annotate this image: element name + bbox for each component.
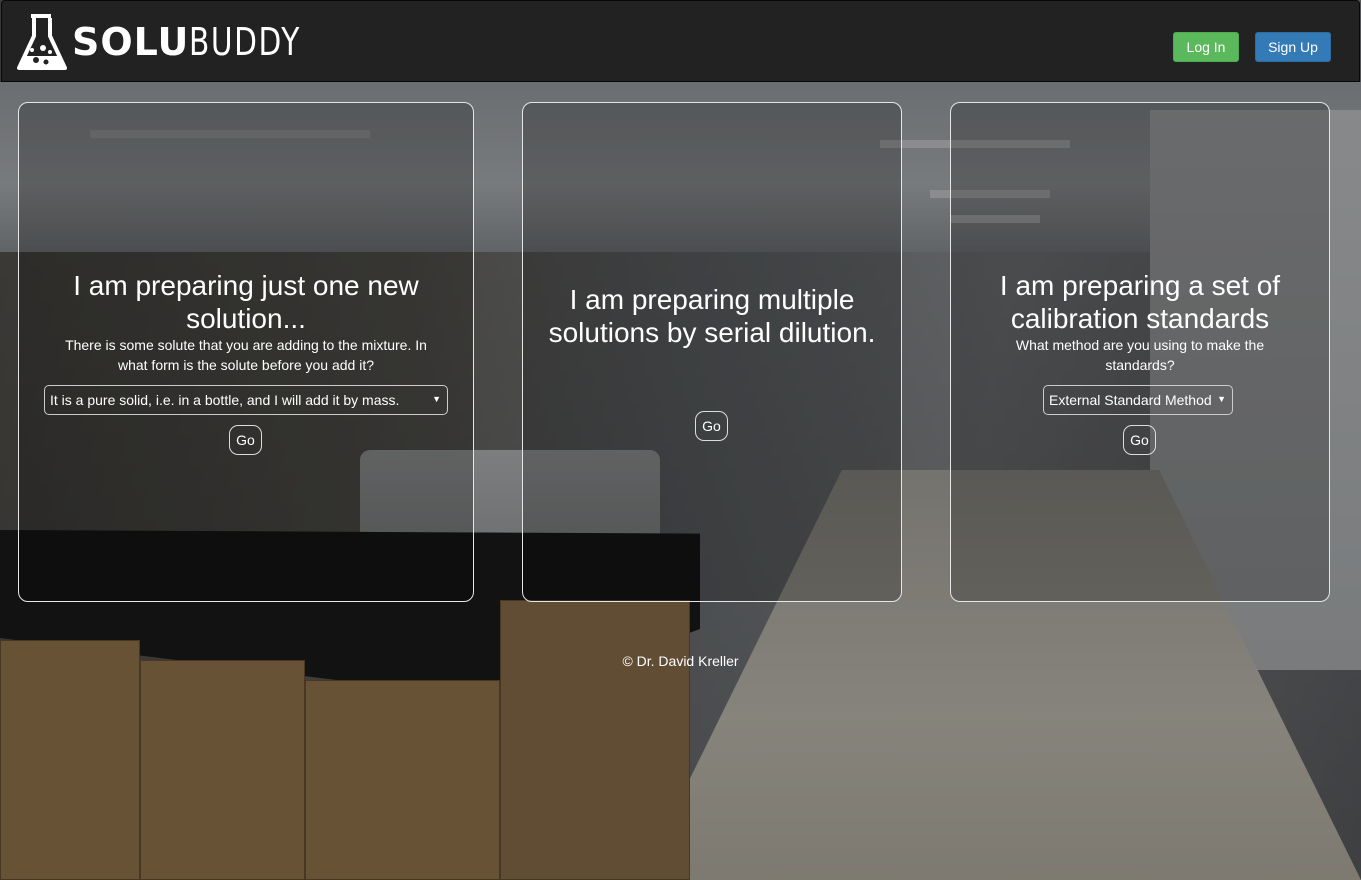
card-title: I am preparing a set of calibration stan… [999,270,1281,334]
signup-button[interactable]: Sign Up [1255,32,1331,62]
go-button[interactable]: Go [229,425,262,455]
brand-logo[interactable]: SOLU BUDDY [16,11,333,73]
serial-dilution-card: I am preparing multiple solutions by ser… [522,102,902,602]
brand-name-bold: SOLU [72,20,190,64]
method-select[interactable]: External Standard Method ▼ [1043,385,1233,415]
brand-name-light: BUDDY [189,20,302,64]
flask-icon [16,12,68,72]
footer-copyright: © Dr. David Kreller [622,653,739,669]
card-subtitle: There is some solute that you are adding… [65,337,427,373]
card-title: I am preparing just one new solution... [73,270,419,334]
navbar: SOLU BUDDY Log In Sign Up [1,0,1360,82]
single-solution-card: I am preparing just one new solution... … [18,102,474,602]
go-button[interactable]: Go [1123,425,1156,455]
select-value: It is a pure solid, i.e. in a bottle, an… [50,392,400,408]
calibration-standards-card: I am preparing a set of calibration stan… [950,102,1330,602]
card-title: I am preparing multiple solutions by ser… [548,284,876,348]
dropdown-caret-icon: ▼ [1217,394,1226,404]
select-value: External Standard Method [1049,392,1212,408]
card-subtitle: What method are you using to make the st… [1015,337,1265,373]
dropdown-caret-icon: ▼ [432,394,441,404]
go-button[interactable]: Go [695,411,728,441]
solute-form-select[interactable]: It is a pure solid, i.e. in a bottle, an… [44,385,448,415]
login-button[interactable]: Log In [1173,32,1239,62]
